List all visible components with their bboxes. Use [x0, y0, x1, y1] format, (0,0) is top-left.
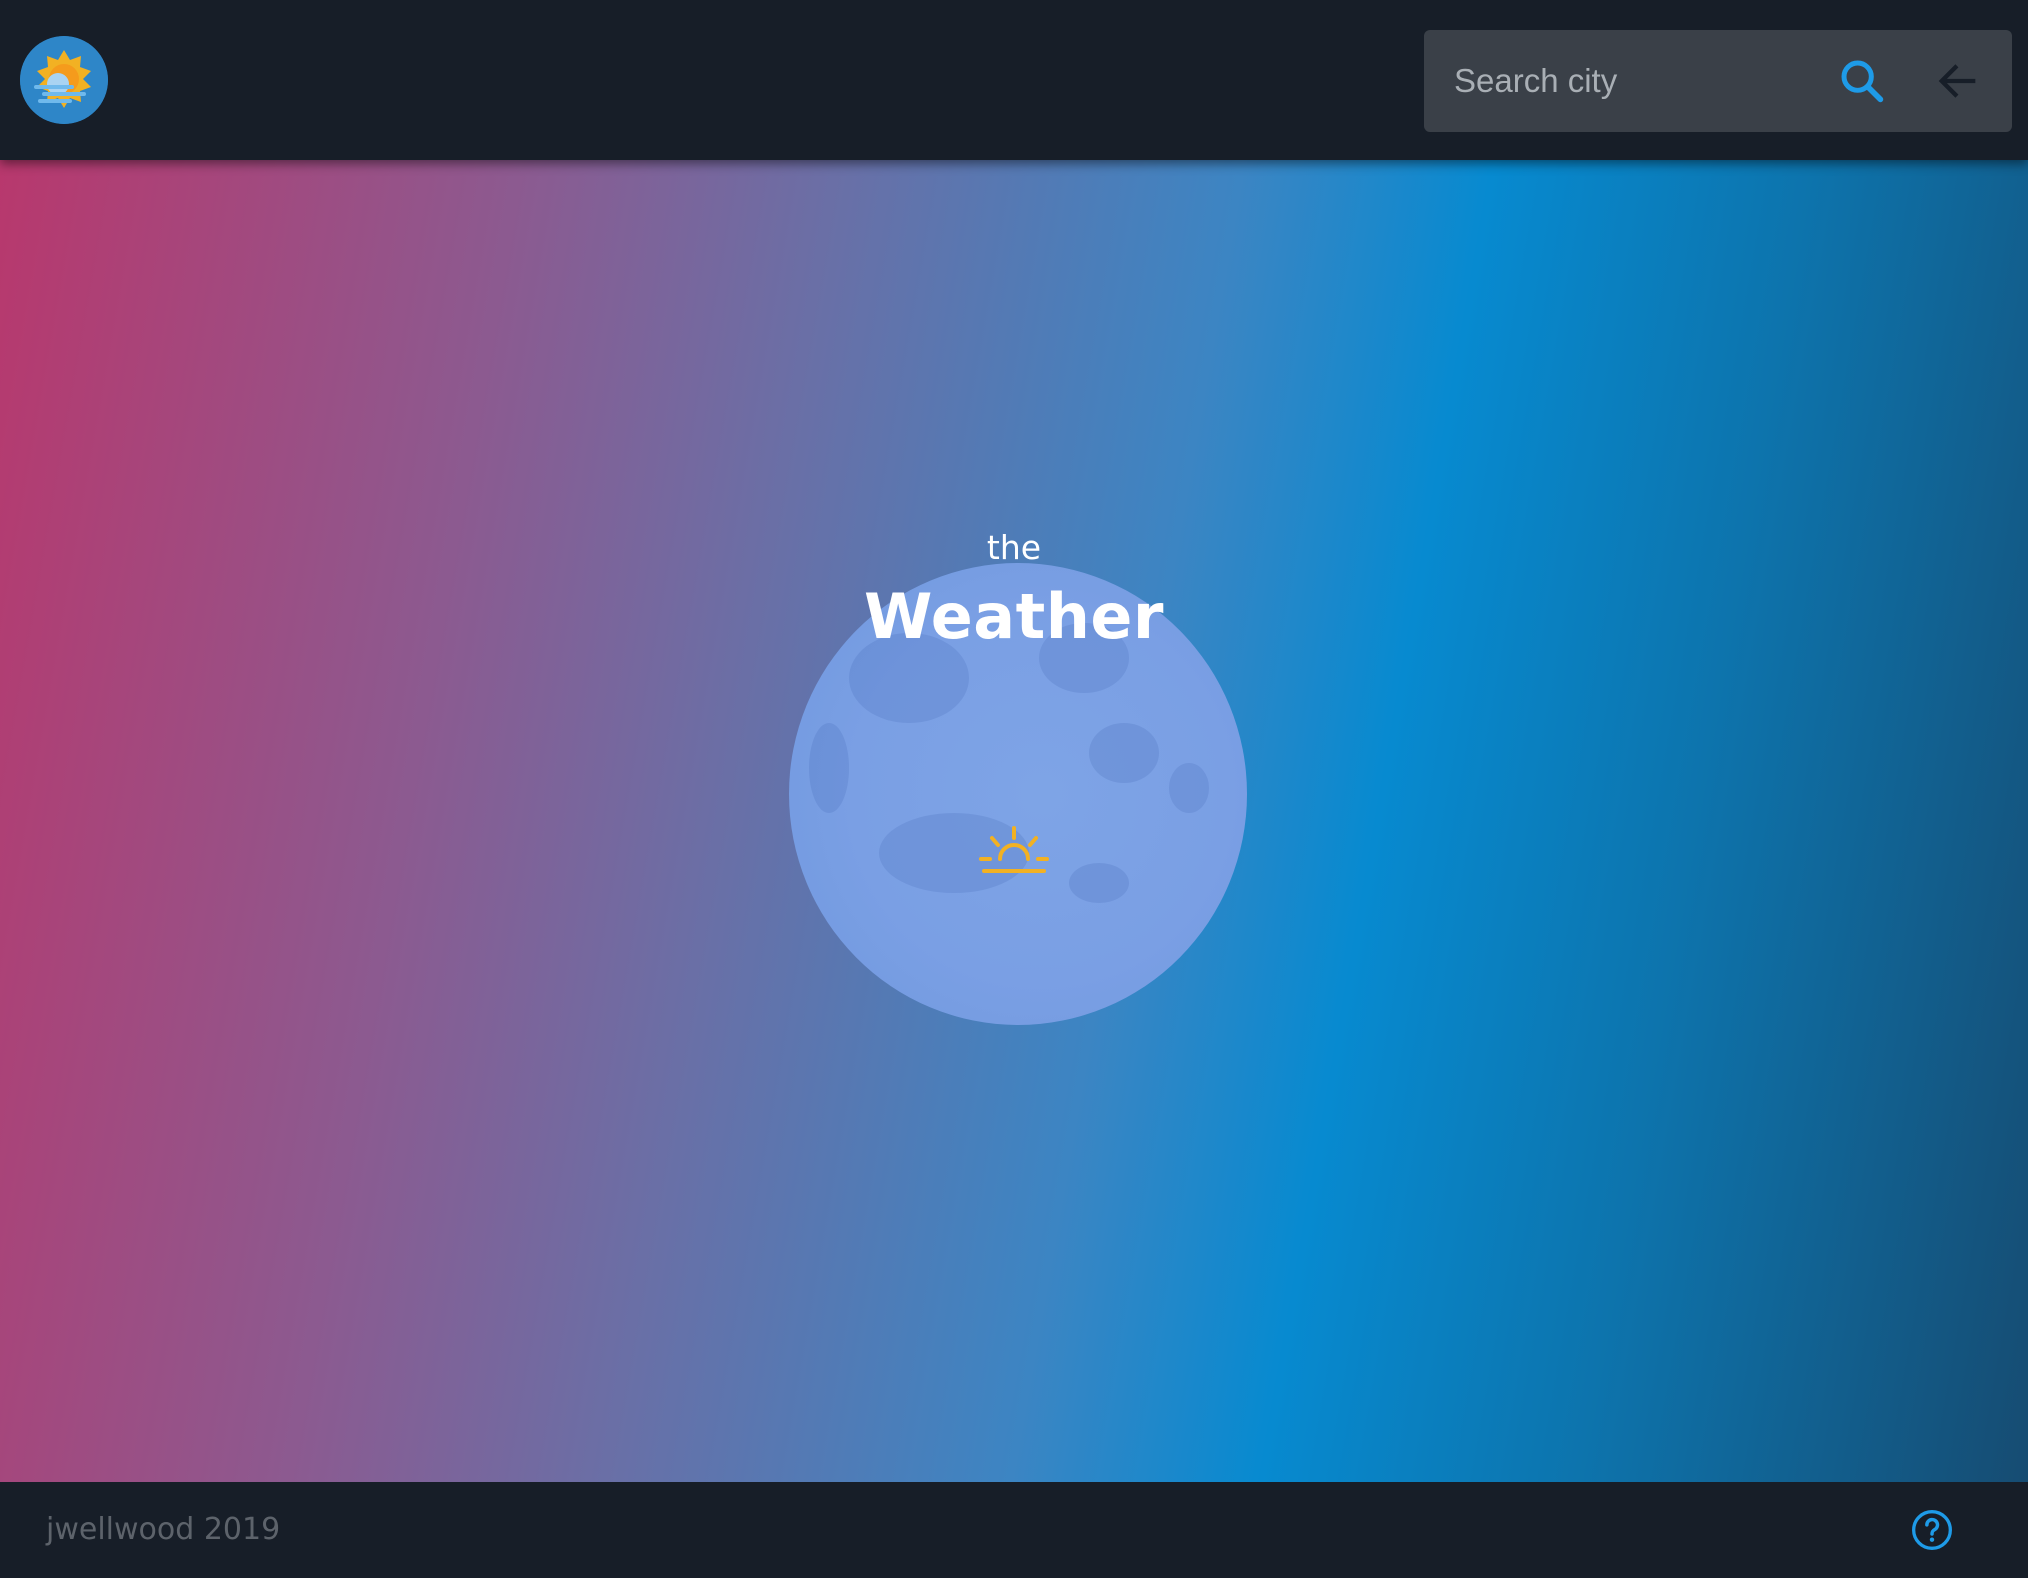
weather-app-logo-icon[interactable]: [20, 36, 108, 124]
help-circle-icon[interactable]: [1910, 1508, 1954, 1552]
hero-title: Weather: [864, 580, 1164, 653]
hero-background: [0, 160, 2028, 1482]
search-input[interactable]: [1454, 51, 1804, 111]
hero-prefix: the: [986, 528, 1042, 567]
footer-credit: jwellwood 2019: [46, 1512, 281, 1547]
app-footer: jwellwood 2019: [0, 1482, 2028, 1578]
search-icon[interactable]: [1836, 55, 1888, 107]
sunrise-icon: [978, 824, 1050, 884]
app-header: [0, 0, 2028, 160]
arrow-left-icon[interactable]: [1932, 55, 1984, 107]
search-bar: [1424, 30, 2012, 132]
